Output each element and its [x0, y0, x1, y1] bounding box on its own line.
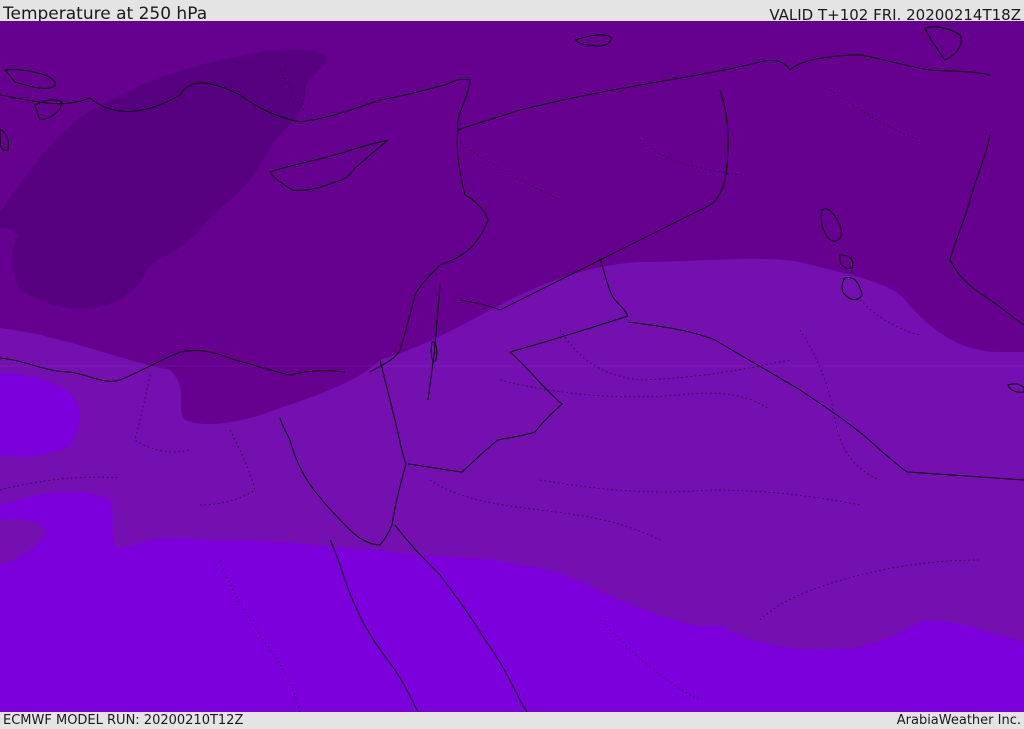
- footer-bar: ECMWF MODEL RUN: 20200210T12Z ArabiaWeat…: [0, 712, 1024, 729]
- credit-label: ArabiaWeather Inc.: [896, 713, 1021, 728]
- map-svg: [0, 21, 1024, 712]
- header-bar: Temperature at 250 hPa VALID T+102 FRI. …: [0, 0, 1024, 24]
- model-run-label: ECMWF MODEL RUN: 20200210T12Z: [3, 713, 244, 728]
- weather-map: [0, 21, 1024, 712]
